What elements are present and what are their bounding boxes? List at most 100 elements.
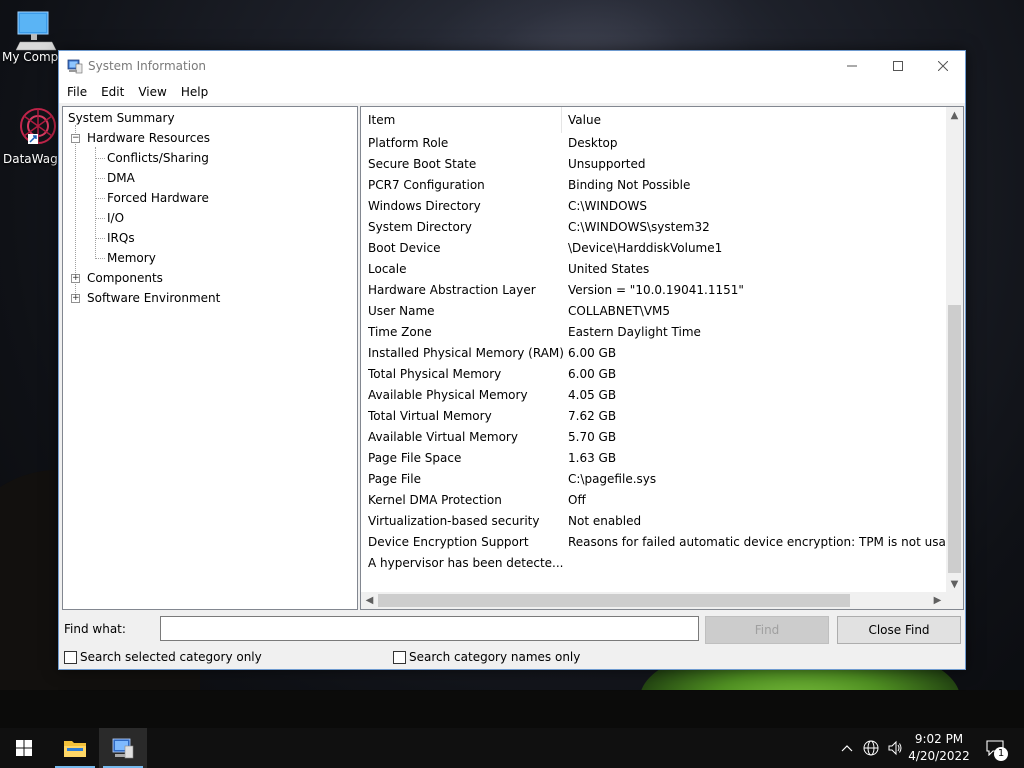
table-row[interactable]: Hardware Abstraction Layer Version = "10.…: [361, 280, 946, 301]
checkbox-box[interactable]: [393, 650, 406, 664]
desktop-icon-datawago[interactable]: DataWago: [0, 106, 66, 166]
ground-silhouette: [0, 690, 1024, 728]
tree-item-memory[interactable]: Memory: [107, 248, 156, 268]
computer-icon: [15, 11, 57, 51]
menu-edit[interactable]: Edit: [97, 85, 128, 99]
table-row[interactable]: User Name COLLABNET\VM5: [361, 301, 946, 322]
tree-item-label: Conflicts/Sharing: [107, 151, 209, 165]
search-category-names-checkbox[interactable]: Search category names only: [393, 649, 580, 665]
menu-bar: File Edit View Help: [59, 81, 965, 103]
table-row[interactable]: Total Virtual Memory 7.62 GB: [361, 406, 946, 427]
taskbar-clock[interactable]: 9:02 PM 4/20/2022: [904, 731, 974, 765]
cell-value: 7.62 GB: [568, 409, 617, 423]
category-tree[interactable]: System Summary − Hardware Resources Conf…: [62, 106, 358, 610]
tree-item-components[interactable]: Components: [87, 268, 163, 288]
close-button[interactable]: [920, 51, 966, 81]
title-bar[interactable]: System Information: [59, 51, 965, 81]
tree-item-conflicts-sharing[interactable]: Conflicts/Sharing: [107, 148, 209, 168]
action-center-button[interactable]: 1: [980, 728, 1010, 768]
checkbox-box[interactable]: [64, 650, 77, 664]
tree-connector: [95, 178, 105, 179]
table-row[interactable]: Available Virtual Memory 5.70 GB: [361, 427, 946, 448]
scroll-down-icon[interactable]: ▼: [946, 576, 963, 593]
horizontal-scroll-thumb[interactable]: [378, 594, 850, 607]
search-selected-category-checkbox[interactable]: Search selected category only: [64, 649, 262, 665]
column-header-value[interactable]: Value: [561, 107, 941, 133]
checkbox-label: Search category names only: [409, 650, 581, 664]
table-row[interactable]: Page File Space 1.63 GB: [361, 448, 946, 469]
tree-item-io[interactable]: I/O: [107, 208, 124, 228]
table-row[interactable]: Kernel DMA Protection Off: [361, 490, 946, 511]
cell-value: Eastern Daylight Time: [568, 325, 701, 339]
tree-item-software-environment[interactable]: Software Environment: [87, 288, 220, 308]
menu-file[interactable]: File: [63, 85, 91, 99]
taskbar-system-information[interactable]: [99, 728, 147, 768]
cell-item: Page File: [368, 472, 421, 486]
folder-icon: [64, 741, 86, 757]
table-row[interactable]: Page File C:\pagefile.sys: [361, 469, 946, 490]
table-row[interactable]: Time Zone Eastern Daylight Time: [361, 322, 946, 343]
tree-connector: [95, 158, 105, 159]
expand-icon[interactable]: +: [71, 274, 80, 283]
cell-value: 1.63 GB: [568, 451, 617, 465]
tree-item-irqs[interactable]: IRQs: [107, 228, 135, 248]
cell-value: \Device\HarddiskVolume1: [568, 241, 723, 255]
scroll-up-icon[interactable]: ▲: [946, 107, 963, 124]
details-list[interactable]: Item Value Platform Role Desktop Secure Bo…: [360, 106, 964, 610]
table-row[interactable]: Platform Role Desktop: [361, 133, 946, 154]
table-row[interactable]: PCR7 Configuration Binding Not Possible: [361, 175, 946, 196]
cell-value: Binding Not Possible: [568, 178, 691, 192]
table-row[interactable]: Total Physical Memory 6.00 GB: [361, 364, 946, 385]
tree-item-dma[interactable]: DMA: [107, 168, 135, 188]
table-row[interactable]: A hypervisor has been detecte...: [361, 553, 946, 574]
minimize-button[interactable]: [829, 51, 875, 81]
scroll-right-icon[interactable]: ▶: [929, 592, 946, 609]
start-button[interactable]: [0, 728, 48, 768]
cell-value: 6.00 GB: [568, 346, 617, 360]
cell-value: Unsupported: [568, 157, 646, 171]
volume-button[interactable]: [884, 728, 906, 768]
show-hidden-icons-button[interactable]: [838, 728, 856, 768]
cell-value: 6.00 GB: [568, 367, 617, 381]
table-row[interactable]: Secure Boot State Unsupported: [361, 154, 946, 175]
datawago-icon: [20, 108, 56, 144]
close-find-button[interactable]: Close Find: [837, 616, 961, 644]
table-row[interactable]: System Directory C:\WINDOWS\system32: [361, 217, 946, 238]
taskbar-file-explorer[interactable]: [51, 728, 99, 768]
minimize-icon: [847, 65, 857, 67]
tree-item-hardware-resources[interactable]: Hardware Resources: [87, 128, 210, 148]
tree-item-forced-hardware[interactable]: Forced Hardware: [107, 188, 209, 208]
menu-view[interactable]: View: [134, 85, 170, 99]
window-title: System Information: [88, 59, 207, 73]
cell-value: Version = "10.0.19041.1151": [568, 283, 744, 297]
tree-item-label: IRQs: [107, 231, 135, 245]
table-row[interactable]: Available Physical Memory 4.05 GB: [361, 385, 946, 406]
find-button[interactable]: Find: [705, 616, 829, 644]
network-button[interactable]: [860, 728, 882, 768]
desktop-icon-my-computer[interactable]: My Comp: [0, 8, 66, 64]
expand-icon[interactable]: +: [71, 294, 80, 303]
find-input[interactable]: [160, 616, 699, 641]
maximize-button[interactable]: [875, 51, 921, 81]
table-row[interactable]: Boot Device \Device\HarddiskVolume1: [361, 238, 946, 259]
tree-connector: [95, 147, 96, 259]
table-row[interactable]: Locale United States: [361, 259, 946, 280]
cell-value: Reasons for failed automatic device encr…: [568, 535, 948, 549]
table-row[interactable]: Installed Physical Memory (RAM) 6.00 GB: [361, 343, 946, 364]
horizontal-scrollbar[interactable]: ◀ ▶: [361, 592, 946, 609]
chevron-up-icon: [841, 745, 853, 752]
table-row[interactable]: Device Encryption Support Reasons for fai…: [361, 532, 948, 553]
vertical-scroll-thumb[interactable]: [948, 305, 961, 573]
collapse-icon[interactable]: −: [71, 134, 80, 143]
vertical-scrollbar[interactable]: ▲ ▼: [946, 107, 963, 593]
tree-item-system-summary[interactable]: System Summary: [68, 108, 175, 128]
table-row[interactable]: Virtualization-based security Not enabled: [361, 511, 946, 532]
scroll-left-icon[interactable]: ◀: [361, 592, 378, 609]
cell-item: User Name: [368, 304, 435, 318]
cell-item: Hardware Abstraction Layer: [368, 283, 536, 297]
table-row[interactable]: Windows Directory C:\WINDOWS: [361, 196, 946, 217]
tree-connector: [95, 198, 105, 199]
cell-item: Locale: [368, 262, 407, 276]
menu-help[interactable]: Help: [177, 85, 212, 99]
column-header-item[interactable]: Item: [361, 107, 561, 133]
